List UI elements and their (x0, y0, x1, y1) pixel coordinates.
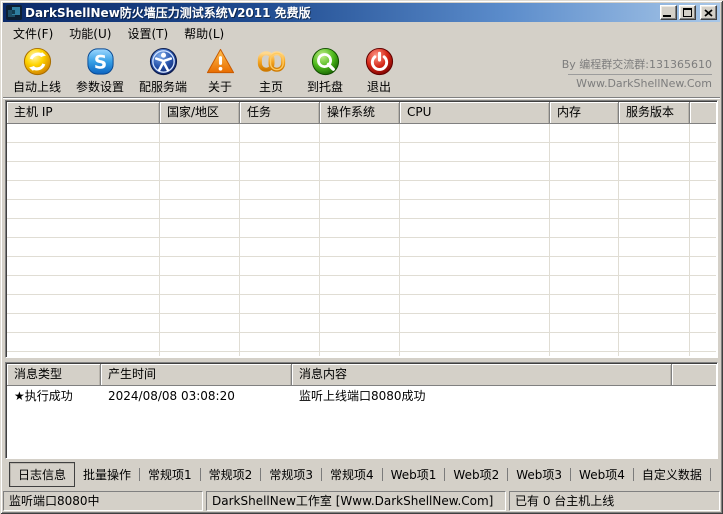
log-cell-type: ★执行成功 (7, 387, 101, 404)
window-title: DarkShellNew防火墙压力测试系统V2011 免费版 (25, 4, 657, 21)
tab-general-1[interactable]: 常规项1 (140, 463, 200, 486)
column-header-cpu[interactable]: CPU (400, 102, 550, 123)
host-table: 主机 IP 国家/地区 任务 操作系统 CPU 内存 服务版本 (5, 100, 718, 358)
tab-web-4[interactable]: Web项4 (571, 463, 633, 486)
status-bar: 监听端口8080中 DarkShellNew工作室 [Www.DarkShell… (3, 489, 720, 511)
homepage-button[interactable]: 主页 (248, 46, 294, 95)
log-table-body: ★执行成功 2024/08/08 03:08:20 监听上线端口8080成功 (7, 386, 716, 457)
website-text: Www.DarkShellNew.Com (562, 77, 712, 90)
grid-line (159, 124, 160, 356)
tab-web-2[interactable]: Web项2 (445, 463, 507, 486)
param-settings-icon: S (85, 46, 116, 77)
tab-custom-data[interactable]: 自定义数据 (634, 463, 710, 486)
close-button[interactable] (700, 5, 717, 20)
svg-text:S: S (93, 52, 106, 73)
grid-line (239, 124, 240, 356)
window-controls (660, 5, 717, 20)
host-table-body[interactable] (7, 124, 716, 356)
tool-label: 关于 (208, 78, 232, 95)
to-tray-icon (310, 46, 341, 77)
log-table: 消息类型 产生时间 消息内容 ★执行成功 2024/08/08 03:08:20… (5, 362, 718, 459)
server-config-button[interactable]: 配服务端 (134, 46, 192, 95)
log-cell-time: 2024/08/08 03:08:20 (101, 389, 292, 403)
column-header-version[interactable]: 服务版本 (619, 102, 690, 123)
grid-line (689, 124, 690, 356)
title-bar: DarkShellNew防火墙压力测试系统V2011 免费版 (3, 3, 720, 22)
column-header-memory[interactable]: 内存 (550, 102, 619, 123)
menu-item-function[interactable]: 功能(U) (61, 23, 119, 44)
menu-bar: 文件(F) 功能(U) 设置(T) 帮助(L) (3, 23, 720, 43)
column-header-msg-content[interactable]: 消息内容 (292, 364, 672, 385)
grid-line (399, 124, 400, 356)
minimize-icon (663, 15, 671, 17)
column-header-filler (690, 102, 716, 123)
column-header-region[interactable]: 国家/地区 (160, 102, 240, 123)
minimize-button[interactable] (660, 5, 677, 20)
tool-label: 参数设置 (76, 78, 124, 95)
tab-bar: 日志信息 批量操作 常规项1 常规项2 常规项3 常规项4 Web项1 Web项… (5, 462, 718, 486)
grid-line (549, 124, 550, 356)
about-icon (205, 46, 236, 77)
column-header-msg-time[interactable]: 产生时间 (101, 364, 292, 385)
tool-label: 到托盘 (307, 78, 343, 95)
host-table-header: 主机 IP 国家/地区 任务 操作系统 CPU 内存 服务版本 (7, 102, 716, 124)
tab-separator (710, 468, 711, 481)
log-table-header: 消息类型 产生时间 消息内容 (7, 364, 716, 386)
exit-button[interactable]: 退出 (356, 46, 402, 95)
menu-item-file[interactable]: 文件(F) (5, 23, 61, 44)
column-header-filler (672, 364, 716, 385)
table-row[interactable]: ★执行成功 2024/08/08 03:08:20 监听上线端口8080成功 (7, 386, 716, 405)
byline-block: By 编程群交流群:131365610 Www.DarkShellNew.Com (562, 56, 712, 90)
column-header-msg-type[interactable]: 消息类型 (7, 364, 101, 385)
about-button[interactable]: 关于 (197, 46, 243, 95)
homepage-icon (256, 46, 287, 77)
server-config-icon (148, 46, 179, 77)
app-window: DarkShellNew防火墙压力测试系统V2011 免费版 文件(F) 功能(… (0, 0, 723, 514)
param-settings-button[interactable]: S 参数设置 (71, 46, 129, 95)
status-studio: DarkShellNew工作室 [Www.DarkShellNew.Com] (206, 491, 506, 511)
byline-text: By 编程群交流群:131365610 (562, 56, 712, 72)
status-listening: 监听端口8080中 (3, 491, 203, 511)
tab-general-4[interactable]: 常规项4 (322, 463, 382, 486)
tool-label: 退出 (367, 78, 391, 95)
maximize-icon (683, 8, 692, 17)
toolbar: 自动上线 S 参数设置 配服务端 (3, 44, 720, 98)
tool-label: 主页 (259, 78, 283, 95)
grid-line (319, 124, 320, 356)
to-tray-button[interactable]: 到托盘 (299, 46, 351, 95)
status-host-count: 已有 0 台主机上线 (509, 491, 720, 511)
tab-log-info[interactable]: 日志信息 (9, 462, 75, 487)
maximize-button[interactable] (679, 5, 696, 20)
log-cell-content: 监听上线端口8080成功 (292, 387, 672, 404)
tab-web-1[interactable]: Web项1 (383, 463, 445, 486)
close-icon (704, 9, 713, 17)
menu-item-help[interactable]: 帮助(L) (176, 23, 232, 44)
menu-item-settings[interactable]: 设置(T) (119, 23, 176, 44)
column-header-task[interactable]: 任务 (240, 102, 320, 123)
tab-batch-ops[interactable]: 批量操作 (75, 463, 139, 486)
grid-line (618, 124, 619, 356)
auto-online-button[interactable]: 自动上线 (8, 46, 66, 95)
exit-icon (364, 46, 395, 77)
column-header-os[interactable]: 操作系统 (320, 102, 400, 123)
app-icon (6, 5, 22, 20)
tab-general-3[interactable]: 常规项3 (261, 463, 321, 486)
column-header-host-ip[interactable]: 主机 IP (7, 102, 160, 123)
tab-general-2[interactable]: 常规项2 (201, 463, 261, 486)
auto-online-icon (22, 46, 53, 77)
tool-label: 自动上线 (13, 78, 61, 95)
byline-divider (568, 74, 712, 75)
tab-web-3[interactable]: Web项3 (508, 463, 570, 486)
tool-label: 配服务端 (139, 78, 187, 95)
